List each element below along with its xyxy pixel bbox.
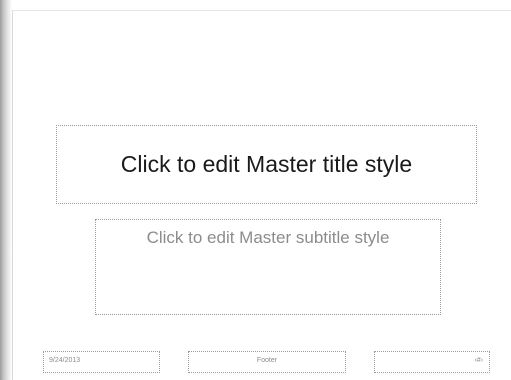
title-placeholder[interactable]: Click to edit Master title style bbox=[56, 125, 477, 204]
footer-text: Footer bbox=[256, 357, 278, 364]
subtitle-placeholder-text: Click to edit Master subtitle style bbox=[146, 228, 390, 247]
slide-master[interactable]: Click to edit Master title style Click t… bbox=[12, 10, 511, 380]
footer-placeholder[interactable]: Footer bbox=[188, 351, 346, 373]
pane-edge-shadow bbox=[0, 0, 12, 380]
date-placeholder[interactable]: 9/24/2013 bbox=[43, 351, 160, 373]
title-placeholder-text: Click to edit Master title style bbox=[120, 151, 413, 177]
slide-canvas: Click to edit Master title style Click t… bbox=[0, 0, 511, 380]
slide-number-text: ‹#› bbox=[474, 357, 483, 364]
date-text: 9/24/2013 bbox=[49, 357, 81, 364]
subtitle-placeholder[interactable]: Click to edit Master subtitle style bbox=[95, 219, 441, 315]
slide-number-placeholder[interactable]: ‹#› bbox=[374, 351, 490, 373]
